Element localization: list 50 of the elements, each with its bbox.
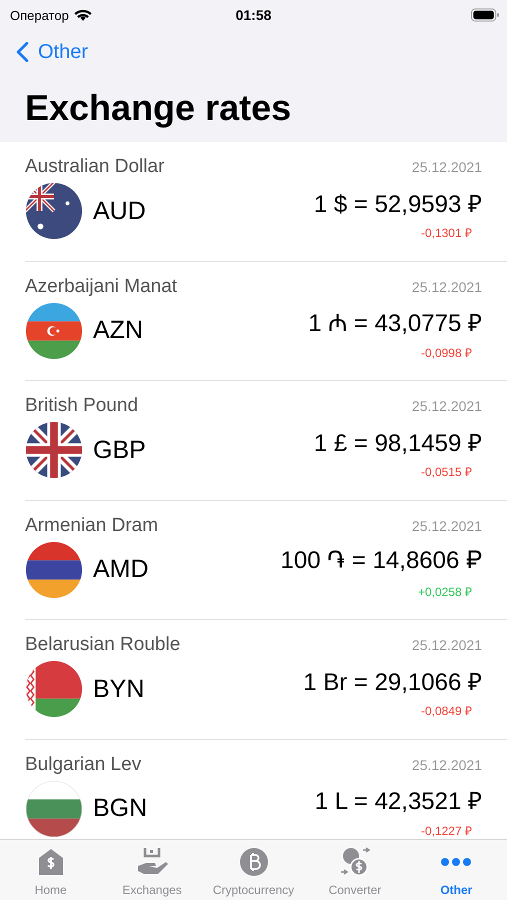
back-chevron-icon: [16, 41, 29, 63]
armenia-flag-icon: [25, 540, 83, 598]
back-link[interactable]: Other: [16, 40, 88, 64]
currency-code: AMD: [93, 555, 149, 584]
currency-code: BGN: [93, 794, 148, 823]
carrier-name: Оператор: [10, 8, 69, 22]
exchange-rate: 1 ₼ = 43,0775 ₽: [308, 309, 482, 338]
rate-change: +0,0258 ₽: [418, 584, 472, 600]
rate-date: 25.12.2021: [412, 637, 482, 653]
bulgaria-flag-icon: [25, 780, 83, 838]
currency-name: Australian Dollar: [25, 156, 164, 178]
rate-date: 25.12.2021: [412, 159, 482, 175]
rate-row[interactable]: Belarusian Rouble 25.12.2021 BYN 1 Br = 29,1066 ₽ -0,0849 ₽: [25, 620, 507, 740]
currency-name: British Pound: [25, 395, 138, 417]
azerbaijan-flag-icon: [25, 302, 83, 360]
exchange-rate: 100 ֏ = 14,8606 ₽: [280, 546, 482, 574]
rate-row[interactable]: Azerbaijani Manat 25.12.2021 AZN 1 ₼ = 43,0775 ₽ -0,0998 ₽: [25, 262, 507, 381]
battery-icon: [471, 8, 499, 22]
rate-change: -0,1227 ₽: [420, 822, 472, 838]
rate-row[interactable]: British Pound 25.12.2021 GBP 1 £ = 98,1459 ₽ -0,0515 ₽: [25, 381, 507, 500]
currency-name: Azerbaijani Manat: [25, 276, 178, 298]
currency-code: AZN: [93, 316, 143, 345]
rate-change: -0,1301 ₽: [420, 225, 472, 241]
rate-change: -0,0849 ₽: [420, 703, 472, 719]
rate-date: 25.12.2021: [412, 518, 482, 534]
rate-date: 25.12.2021: [412, 398, 482, 414]
more-icon: [440, 857, 472, 867]
belarus-flag-icon: [25, 660, 83, 718]
exchange-rate: 1 $ = 52,9593 ₽: [314, 190, 482, 218]
rate-date: 25.12.2021: [412, 278, 482, 294]
rate-date: 25.12.2021: [412, 756, 482, 772]
rate-row[interactable]: Australian Dollar 25.12.2021 AUD 1 $ = 52,9593 ₽ -0,1301 ₽: [25, 142, 507, 262]
page-title: Exchange rates: [24, 86, 292, 130]
currency-name: Armenian Dram: [25, 514, 158, 536]
status-time: 01:58: [236, 7, 272, 23]
bitcoin-icon: [238, 846, 270, 878]
exchange-rate: 1 Br = 29,1066 ₽: [303, 668, 482, 696]
rate-change: -0,0998 ₽: [420, 344, 472, 360]
exchange-rate: 1 L = 42,3521 ₽: [314, 787, 482, 816]
exchange-rate: 1 £ = 98,1459 ₽: [314, 428, 482, 458]
currency-name: Bulgarian Lev: [25, 754, 142, 776]
rate-row[interactable]: Armenian Dram 25.12.2021 AMD 100 ֏ = 14,8606 ₽ +0,0258 ₽: [25, 500, 507, 620]
tab-item[interactable]: Other: [406, 840, 507, 900]
rate-change: -0,0515 ₽: [420, 464, 472, 480]
currency-code: AUD: [93, 196, 146, 226]
currency-code: GBP: [93, 436, 146, 464]
wifi-icon: [74, 8, 92, 22]
currency-code: BYN: [93, 674, 144, 704]
currency-name: Belarusian Rouble: [25, 634, 180, 656]
exchange-icon: [338, 846, 371, 878]
